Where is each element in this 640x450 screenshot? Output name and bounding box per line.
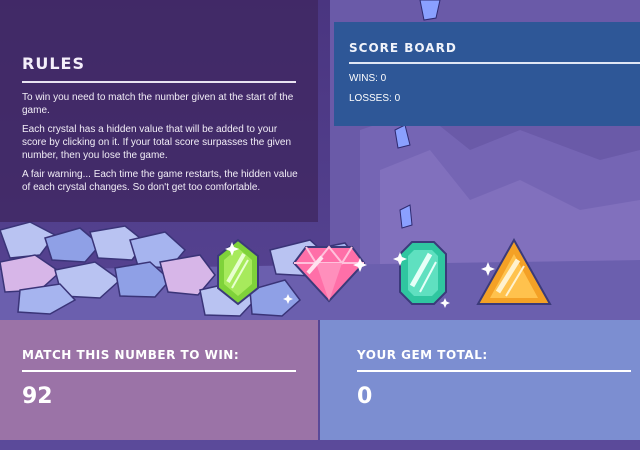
target-number-panel: MATCH THIS NUMBER TO WIN: 92 xyxy=(0,320,318,440)
target-number-label: MATCH THIS NUMBER TO WIN: xyxy=(22,348,240,362)
target-number-value: 92 xyxy=(22,384,53,409)
gem-total-divider xyxy=(357,370,631,372)
gem-total-panel: YOUR GEM TOTAL: 0 xyxy=(320,320,640,440)
gem-total-label: YOUR GEM TOTAL: xyxy=(357,348,488,362)
target-number-divider xyxy=(22,370,296,372)
gem-total-value: 0 xyxy=(357,384,373,409)
